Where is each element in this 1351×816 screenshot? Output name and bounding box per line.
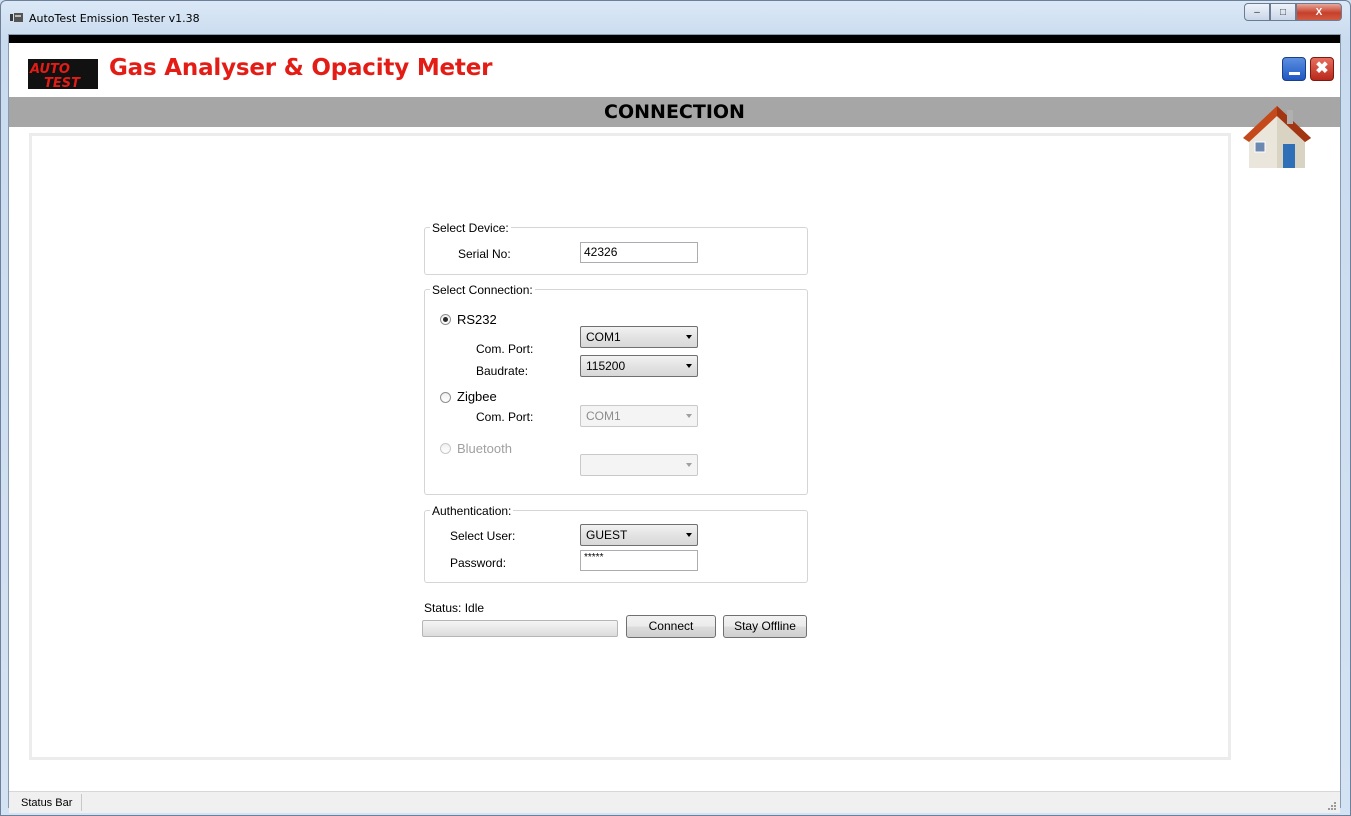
status-bar: Status Bar [9,791,1340,813]
status-bar-text: Status Bar [21,797,73,809]
select-user-value: GUEST [586,528,628,542]
connect-button[interactable]: Connect [626,615,716,638]
bluetooth-radio [440,443,451,454]
zigbee-label[interactable]: Zigbee [457,389,497,404]
bluetooth-device-select [580,454,698,476]
rs232-com-port-select[interactable]: COM1 [580,326,698,348]
baudrate-value: 115200 [586,359,626,373]
top-strip [9,35,1340,43]
chevron-down-icon [686,364,692,368]
stay-offline-button[interactable]: Stay Offline [723,615,807,638]
authentication-group: Authentication: [424,504,808,583]
baudrate-label: Baudrate: [476,364,529,378]
rs232-com-port-label: Com. Port: [476,342,534,356]
password-input[interactable]: ***** [580,550,698,571]
rs232-com-port-value: COM1 [586,330,621,344]
chevron-down-icon [686,414,692,418]
rs232-radio[interactable] [440,314,451,325]
caption-buttons: – □ X [1244,3,1342,23]
zigbee-com-port-value: COM1 [586,409,621,423]
maximize-icon: □ [1279,6,1287,18]
app-minimize-button[interactable] [1282,57,1306,81]
select-connection-legend: Select Connection: [430,283,535,297]
title-bar[interactable]: AutoTest Emission Tester v1.38 – □ X [1,1,1350,35]
rs232-label[interactable]: RS232 [457,312,497,327]
chevron-down-icon [686,533,692,537]
svg-text:TEST: TEST [44,76,81,91]
chevron-down-icon [686,335,692,339]
password-label: Password: [450,556,507,570]
close-icon: X [1315,6,1323,18]
page-title: CONNECTION [604,101,745,123]
bluetooth-label: Bluetooth [457,441,512,456]
page-header: CONNECTION [9,97,1340,127]
zigbee-radio[interactable] [440,392,451,403]
select-user-select[interactable]: GUEST [580,524,698,546]
autotest-logo: AUTO TEST [28,59,98,91]
serial-no-label: Serial No: [458,247,511,261]
close-icon: ✖ [1315,60,1329,77]
baudrate-select[interactable]: 115200 [580,355,698,377]
window-title: AutoTest Emission Tester v1.38 [29,12,200,25]
resize-grip-icon[interactable] [1326,800,1336,810]
status-text: Status: Idle [424,601,485,615]
app-icon [10,13,23,22]
svg-text:AUTO: AUTO [29,62,70,77]
zigbee-com-port-select: COM1 [580,405,698,427]
window-close-button[interactable]: X [1296,3,1342,21]
window-maximize-button[interactable]: □ [1270,3,1296,21]
chevron-down-icon [686,463,692,467]
minimize-icon: – [1254,6,1260,18]
select-device-legend: Select Device: [430,221,511,235]
app-title: Gas Analyser & Opacity Meter [109,55,493,81]
select-user-label: Select User: [450,529,516,543]
connection-progress-bar [422,620,618,637]
home-icon[interactable] [1243,104,1311,174]
status-bar-separator [81,794,82,811]
window-minimize-button[interactable]: – [1244,3,1270,21]
serial-no-input[interactable]: 42326 [580,242,698,263]
authentication-legend: Authentication: [430,504,514,518]
app-close-button[interactable]: ✖ [1310,57,1334,81]
zigbee-com-port-label: Com. Port: [476,410,534,424]
